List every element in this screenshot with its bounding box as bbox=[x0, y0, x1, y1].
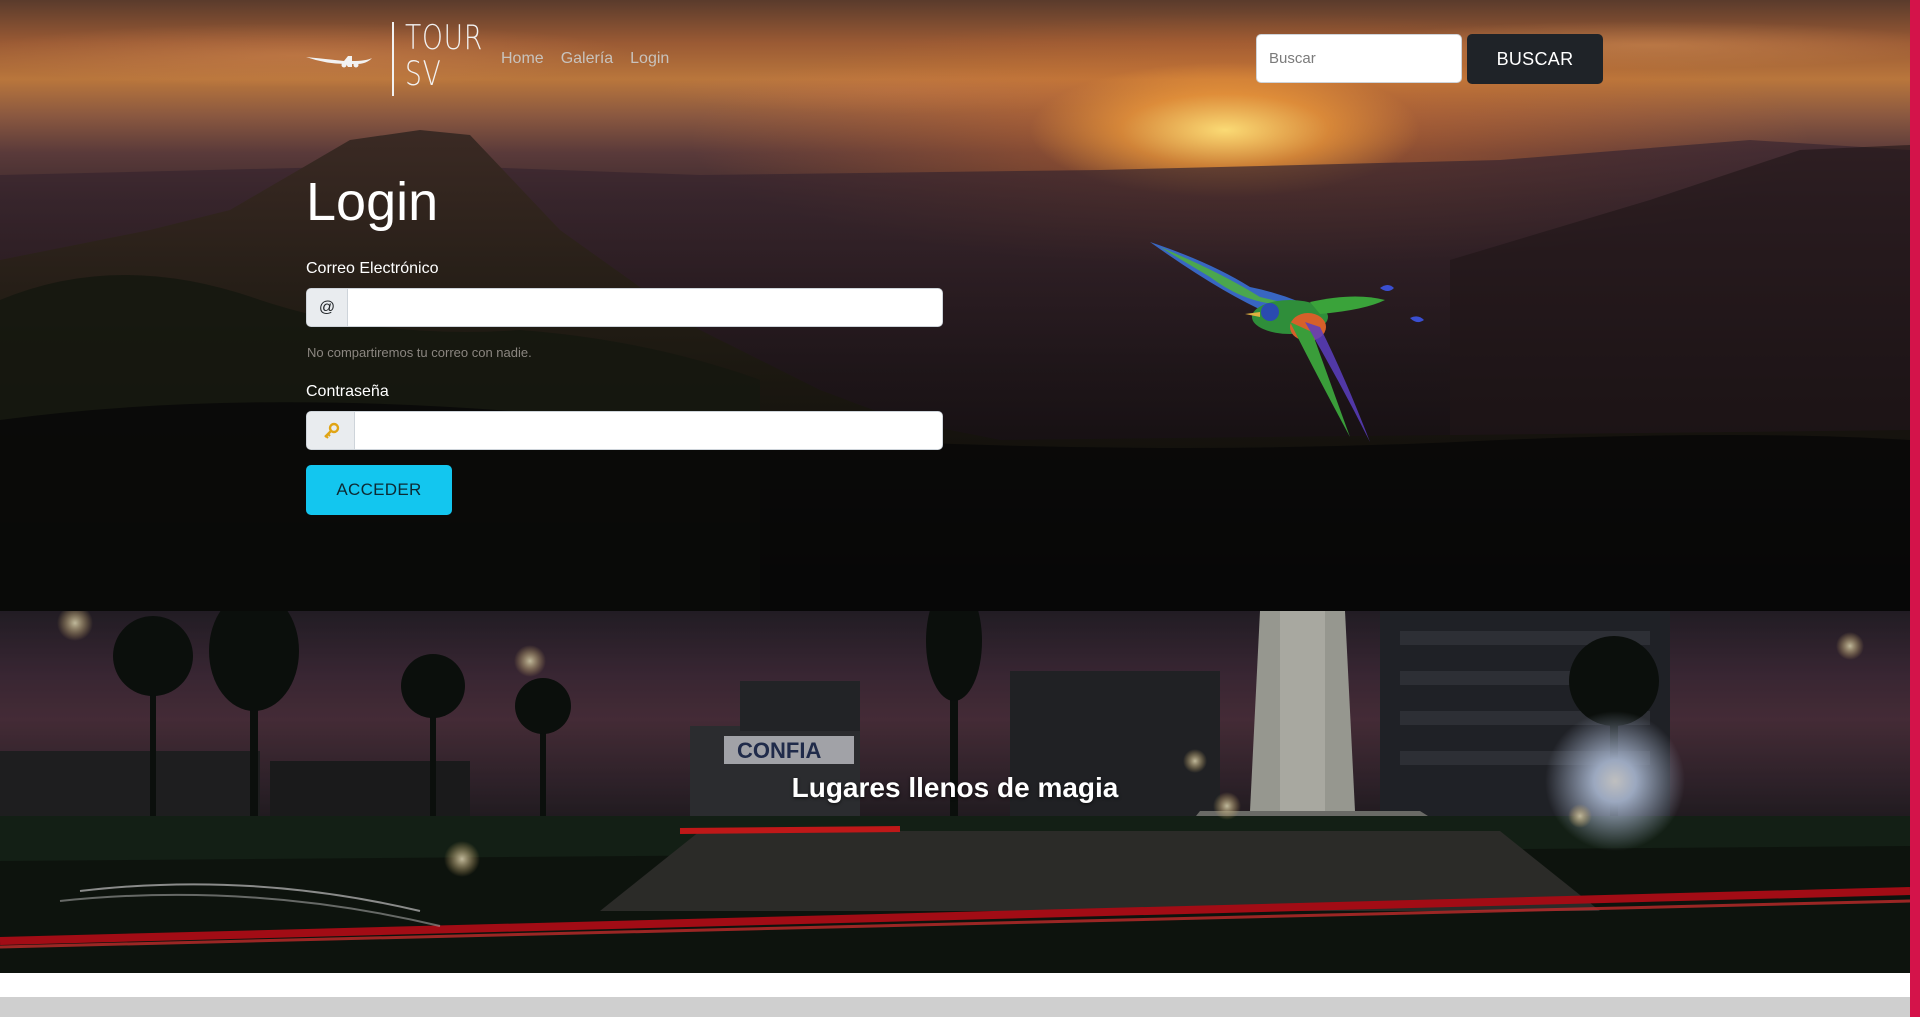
logo-text-line1: TOUR bbox=[405, 18, 484, 58]
footer-strip bbox=[0, 997, 1910, 1017]
main-nav: Home Galería Login bbox=[501, 48, 686, 70]
password-label: Contraseña bbox=[306, 383, 389, 400]
at-sign-icon: @ bbox=[307, 289, 348, 326]
nav-link-login[interactable]: Login bbox=[630, 48, 669, 70]
nav-link-home[interactable]: Home bbox=[501, 48, 544, 70]
logo-text-line2: SV bbox=[405, 54, 442, 94]
nav-link-galeria[interactable]: Galería bbox=[561, 48, 613, 70]
acceder-button[interactable]: ACCEDER bbox=[306, 465, 452, 515]
key-icon bbox=[307, 412, 355, 449]
search-button[interactable]: BUSCAR bbox=[1467, 34, 1603, 84]
search-input[interactable] bbox=[1256, 34, 1462, 83]
email-field[interactable] bbox=[348, 289, 942, 326]
email-input-group: @ bbox=[306, 288, 943, 327]
hero-section bbox=[0, 0, 1910, 611]
site-logo[interactable]: TOUR SV bbox=[306, 20, 482, 103]
feature-caption: Lugares llenos de magia bbox=[791, 772, 1119, 803]
password-input-group bbox=[306, 411, 943, 450]
quetzal-bird-image bbox=[1150, 242, 1424, 442]
volcano-landscape bbox=[0, 130, 1910, 611]
window-edge-stripe bbox=[1910, 0, 1920, 1017]
login-title: Login bbox=[306, 172, 439, 232]
feature-section: CONFIA Lugares llenos de magia bbox=[0, 611, 1910, 973]
email-help-text: No compartiremos tu correo con nadie. bbox=[307, 345, 532, 360]
email-label: Correo Electrónico bbox=[306, 260, 439, 277]
password-field[interactable] bbox=[355, 412, 942, 449]
